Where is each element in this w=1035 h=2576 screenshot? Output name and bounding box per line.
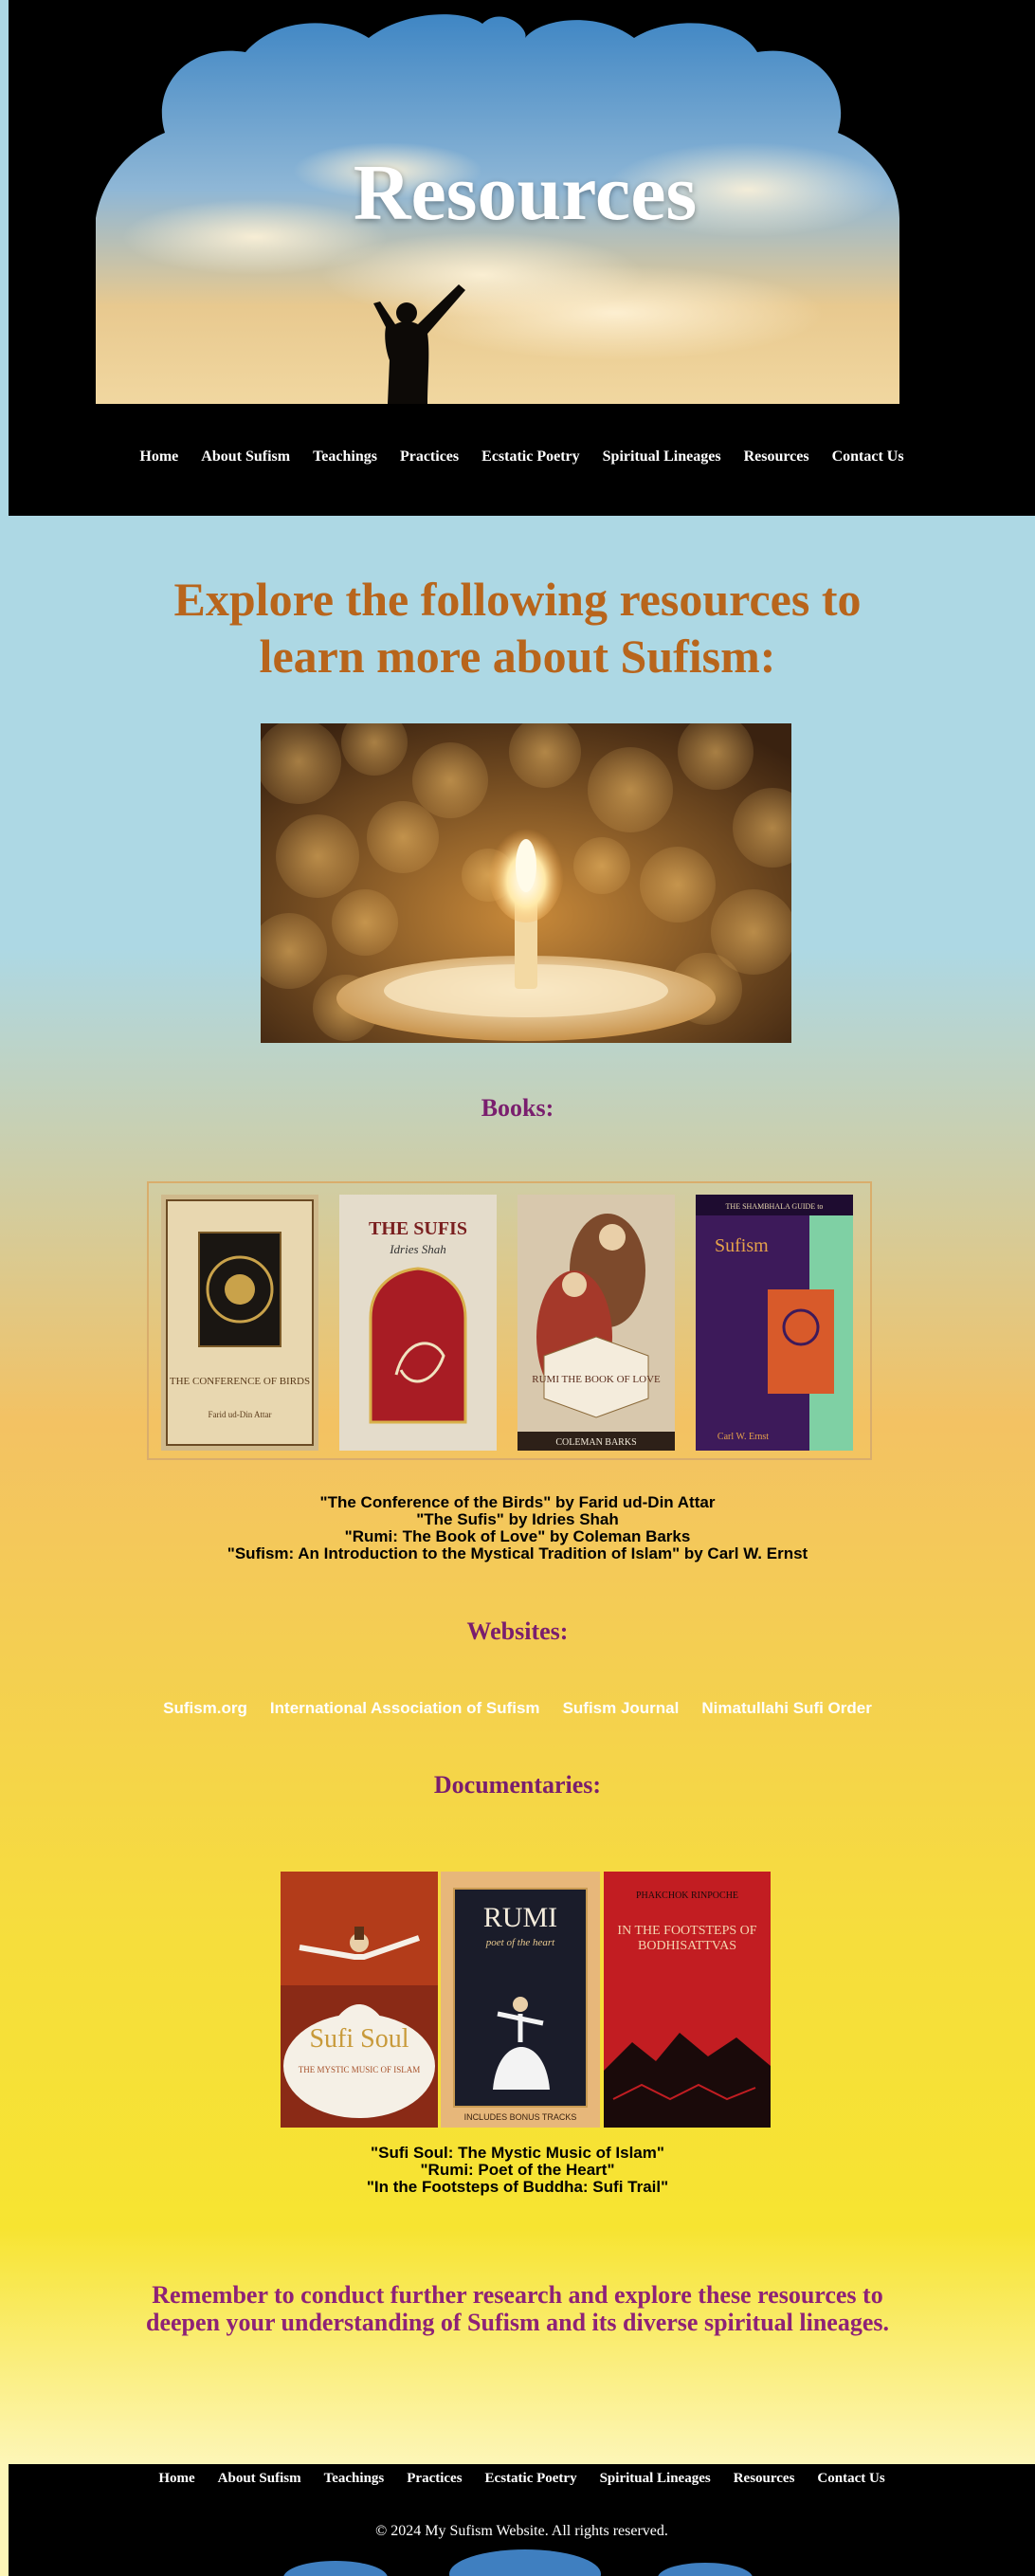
book-2-author: Idries Shah xyxy=(389,1242,446,1256)
doc-cover-in-the-footsteps[interactable]: PHAKCHOK RINPOCHE IN THE FOOTSTEPS OF BO… xyxy=(604,1872,771,2128)
link-international-association-of-sufism[interactable]: International Association of Sufism xyxy=(259,1699,552,1718)
doc-3-title: IN THE FOOTSTEPS OF BODHISATTVAS xyxy=(617,1924,757,1953)
nav-ecstatic-poetry[interactable]: Ecstatic Poetry xyxy=(470,448,591,466)
footer-nav-home[interactable]: Home xyxy=(147,2471,206,2487)
nav-home[interactable]: Home xyxy=(128,448,190,466)
nav-spiritual-lineages[interactable]: Spiritual Lineages xyxy=(591,448,733,466)
doc-3-author: PHAKCHOK RINPOCHE xyxy=(636,1891,738,1901)
site-footer: Home About Sufism Teachings Practices Ec… xyxy=(9,2464,1035,2576)
nav-contact-us[interactable]: Contact Us xyxy=(821,448,916,466)
site-header: Resources Home About Sufism Teachings Pr… xyxy=(9,0,1035,516)
nav-resources[interactable]: Resources xyxy=(733,448,821,466)
page-title: Resources xyxy=(353,149,698,237)
books-heading: Books: xyxy=(481,1094,554,1122)
footer-nav-practices[interactable]: Practices xyxy=(395,2471,473,2487)
book-cover-conference-of-birds[interactable]: THE CONFERENCE OF BIRDS Farid ud-Din Att… xyxy=(161,1195,318,1451)
list-item: "Sufi Soul: The Mystic Music of Islam" xyxy=(371,2144,664,2162)
books-gallery: THE CONFERENCE OF BIRDS Farid ud-Din Att… xyxy=(147,1181,872,1460)
link-sufism-org[interactable]: Sufism.org xyxy=(152,1699,259,1718)
doc-2-subtitle: poet of the heart xyxy=(485,1937,555,1948)
documentaries-heading: Documentaries: xyxy=(433,1771,602,1799)
list-item: "The Conference of the Birds" by Farid u… xyxy=(319,1493,716,1511)
list-item: "Rumi: The Book of Love" by Coleman Bark… xyxy=(344,1527,691,1545)
footer-nav-ecstatic-poetry[interactable]: Ecstatic Poetry xyxy=(474,2471,589,2487)
closing-line-2: deepen your understanding of Sufism and … xyxy=(146,2309,889,2336)
websites-links: Sufism.org International Association of … xyxy=(0,1699,1035,1718)
book-3-title: RUMI THE BOOK OF LOVE xyxy=(532,1374,661,1385)
documentaries-list: "Sufi Soul: The Mystic Music of Islam" "… xyxy=(0,2145,1035,2196)
doc-cover-sufi-soul[interactable]: Sufi Soul THE MYSTIC MUSIC OF ISLAM xyxy=(281,1872,438,2128)
websites-heading: Websites: xyxy=(466,1617,569,1645)
doc-2-note: INCLUDES BONUS TRACKS xyxy=(464,2112,577,2122)
book-4-author: Carl W. Ernst xyxy=(717,1432,769,1442)
doc-1-subtitle: THE MYSTIC MUSIC OF ISLAM xyxy=(299,2065,421,2074)
book-cover-sufism-shambhala[interactable]: THE SHAMBHALA GUIDE to Sufism Carl W. Er… xyxy=(696,1195,853,1451)
book-4-series: THE SHAMBHALA GUIDE to xyxy=(726,1202,824,1211)
doc-1-title: Sufi Soul xyxy=(309,2024,409,2054)
candle-image xyxy=(261,723,791,1043)
nav-teachings[interactable]: Teachings xyxy=(301,448,389,466)
footer-nav-contact-us[interactable]: Contact Us xyxy=(806,2471,896,2487)
book-2-title: THE SUFIS xyxy=(369,1218,467,1239)
main-nav: Home About Sufism Teachings Practices Ec… xyxy=(9,448,1035,466)
hero-banner: Resources xyxy=(84,0,966,404)
list-item: "Sufism: An Introduction to the Mystical… xyxy=(227,1544,808,1562)
doc-cover-rumi-poet-of-the-heart[interactable]: RUMI poet of the heart INCLUDES BONUS TR… xyxy=(441,1872,600,2128)
link-sufism-journal[interactable]: Sufism Journal xyxy=(552,1699,691,1718)
book-4-title: Sufism xyxy=(715,1235,769,1256)
nav-practices[interactable]: Practices xyxy=(389,448,470,466)
footer-domes-decoration xyxy=(283,2549,753,2576)
footer-nav: Home About Sufism Teachings Practices Ec… xyxy=(9,2471,1035,2487)
footer-nav-resources[interactable]: Resources xyxy=(722,2471,807,2487)
book-1-title: THE CONFERENCE OF BIRDS xyxy=(170,1376,310,1387)
footer-nav-spiritual-lineages[interactable]: Spiritual Lineages xyxy=(589,2471,722,2487)
copyright-text: © 2024 My Sufism Website. All rights res… xyxy=(375,2523,668,2539)
list-item: "Rumi: Poet of the Heart" xyxy=(420,2161,615,2179)
book-1-author: Farid ud-Din Attar xyxy=(209,1410,272,1419)
intro-line-1: Explore the following resources to xyxy=(173,573,862,626)
book-cover-rumi-book-of-love[interactable]: RUMI THE BOOK OF LOVE COLEMAN BARKS xyxy=(518,1195,675,1451)
closing-message: Remember to conduct further research and… xyxy=(0,2281,1035,2336)
intro-line-2: learn more about Sufism: xyxy=(259,630,776,683)
list-item: "The Sufis" by Idries Shah xyxy=(416,1510,619,1528)
intro-heading: Explore the following resources to learn… xyxy=(0,571,1035,685)
footer-nav-about-sufism[interactable]: About Sufism xyxy=(207,2471,313,2487)
book-3-author: COLEMAN BARKS xyxy=(555,1437,636,1448)
link-nimatullahi-sufi-order[interactable]: Nimatullahi Sufi Order xyxy=(690,1699,882,1718)
list-item: "In the Footsteps of Buddha: Sufi Trail" xyxy=(366,2178,669,2196)
nav-about-sufism[interactable]: About Sufism xyxy=(190,448,301,466)
footer-nav-teachings[interactable]: Teachings xyxy=(313,2471,396,2487)
doc-2-title: RUMI xyxy=(483,1902,557,1933)
books-list: "The Conference of the Birds" by Farid u… xyxy=(0,1494,1035,1562)
closing-line-1: Remember to conduct further research and… xyxy=(152,2281,883,2309)
book-cover-the-sufis[interactable]: THE SUFIS Idries Shah xyxy=(339,1195,497,1451)
